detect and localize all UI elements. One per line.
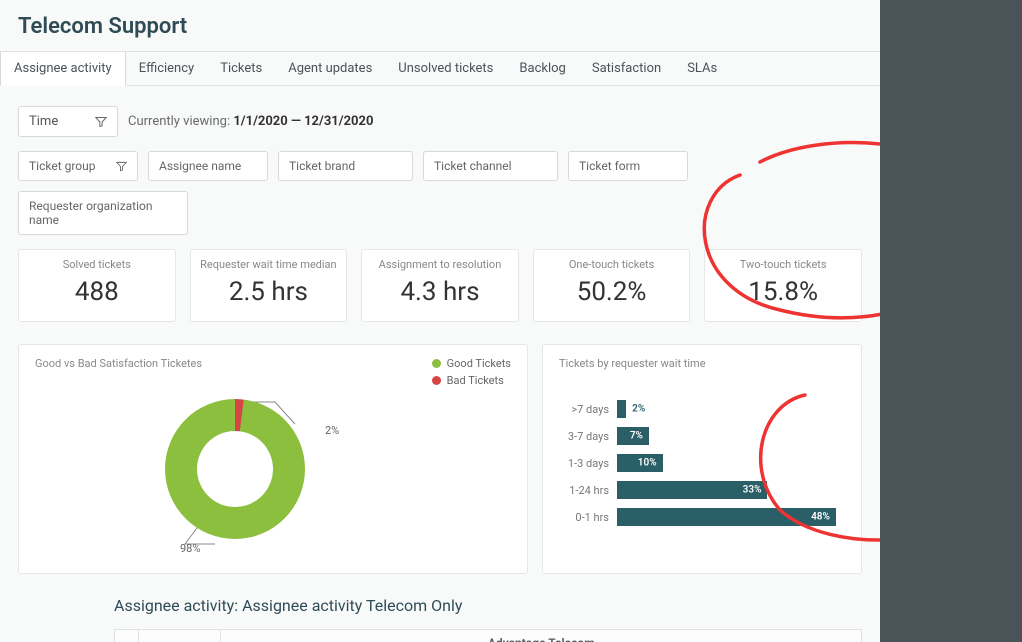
tabs: Assignee activity Efficiency Tickets Age… xyxy=(0,51,880,86)
tab-unsolved-tickets[interactable]: Unsolved tickets xyxy=(385,52,506,85)
bar-value: 33% xyxy=(743,485,762,496)
time-filter-dropdown[interactable]: Time xyxy=(18,106,118,137)
filter-requester-org[interactable]: Requester organization name xyxy=(18,191,188,235)
wait-bar: 48% xyxy=(617,508,836,526)
bar-label: 1-3 days xyxy=(559,457,617,470)
satisfaction-donut-chart xyxy=(165,399,305,539)
activity-table: Assignee name Advantage Telecom Solved t… xyxy=(114,629,862,642)
wait-bar: 7% xyxy=(617,427,649,445)
page-title: Telecom Support xyxy=(0,0,880,51)
time-filter-label: Time xyxy=(29,114,58,129)
filter-ticket-channel[interactable]: Ticket channel xyxy=(423,151,558,181)
filter-assignee-name[interactable]: Assignee name xyxy=(148,151,268,181)
bar-value: 2% xyxy=(632,404,645,415)
bar-label: 3-7 days xyxy=(559,430,617,443)
activity-section-title: Assignee activity: Assignee activity Tel… xyxy=(114,596,862,615)
bar-value: 7% xyxy=(630,431,643,442)
filter-ticket-group[interactable]: Ticket group xyxy=(18,151,138,181)
donut-label-good: 98% xyxy=(180,542,200,555)
col-group: Advantage Telecom xyxy=(221,630,862,642)
bar-value: 10% xyxy=(638,458,657,469)
tab-assignee-activity[interactable]: Assignee activity xyxy=(0,52,126,86)
filter-ticket-form[interactable]: Ticket form xyxy=(568,151,688,181)
tab-efficiency[interactable]: Efficiency xyxy=(126,52,207,85)
currently-viewing-text: Currently viewing: 1/1/2020 — 12/31/2020 xyxy=(128,114,373,129)
tab-tickets[interactable]: Tickets xyxy=(207,52,275,85)
bar-label: 0-1 hrs xyxy=(559,511,617,524)
kpi-one-touch: One-touch tickets 50.2% xyxy=(533,249,691,322)
kpi-two-touch: Two-touch tickets 15.8% xyxy=(704,249,862,322)
filter-ticket-brand[interactable]: Ticket brand xyxy=(278,151,413,181)
tab-slas[interactable]: SLAs xyxy=(674,52,730,85)
satisfaction-panel: Good vs Bad Satisfaction Ticketes Good T… xyxy=(18,344,528,574)
kpi-assignment-to-resolution: Assignment to resolution 4.3 hrs xyxy=(361,249,519,322)
filter-icon xyxy=(116,161,127,172)
wait-bar: 33% xyxy=(617,481,767,499)
kpi-requester-wait-median: Requester wait time median 2.5 hrs xyxy=(190,249,348,322)
wait-bar: 10% xyxy=(617,454,663,472)
bar-label: 1-24 hrs xyxy=(559,484,617,497)
tab-backlog[interactable]: Backlog xyxy=(506,52,578,85)
bar-value: 48% xyxy=(811,512,830,523)
bar-label: >7 days xyxy=(559,403,617,416)
wait-time-panel: Tickets by requester wait time >7 days2%… xyxy=(542,344,862,574)
filter-icon xyxy=(95,116,107,128)
legend-dot-good xyxy=(432,359,441,368)
tab-satisfaction[interactable]: Satisfaction xyxy=(579,52,674,85)
legend-good-label: Good Tickets xyxy=(447,357,511,370)
wait-bar: 2% xyxy=(617,400,626,418)
donut-label-bad: 2% xyxy=(325,424,339,437)
tab-agent-updates[interactable]: Agent updates xyxy=(275,52,385,85)
kpi-solved-tickets: Solved tickets 488 xyxy=(18,249,176,322)
col-assignee[interactable]: Assignee name xyxy=(138,630,221,642)
